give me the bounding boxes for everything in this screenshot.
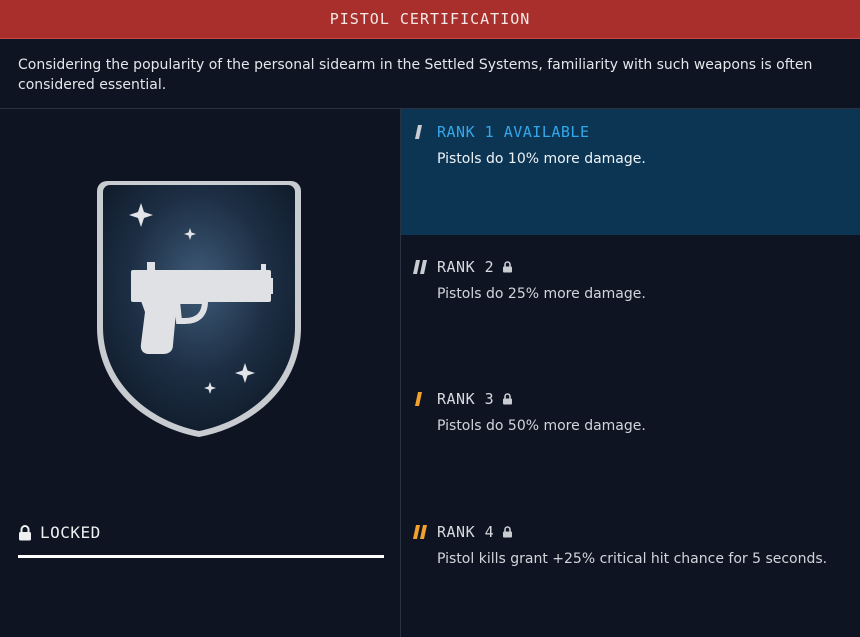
rank-label: RANK 3 [437,390,495,408]
rank-1-card[interactable]: RANK 1 AVAILABLE Pistols do 10% more dam… [401,109,860,235]
skill-badge-panel: LOCKED [0,109,400,637]
rank-marker-icon [413,525,427,539]
rank-4-card[interactable]: RANK 4 Pistol kills grant +25% critical … [401,509,860,637]
rank-marker-icon [413,260,427,274]
rank-description: Pistols do 10% more damage. [437,151,646,167]
rank-label: RANK 1 AVAILABLE [437,123,590,141]
title-bar: PISTOL CERTIFICATION [0,0,860,39]
rank-progress-fill [18,555,384,558]
status-row: LOCKED [18,523,101,542]
rank-2-card[interactable]: RANK 2 Pistols do 25% more damage. [401,244,860,376]
skill-panel: PISTOL CERTIFICATION Considering the pop… [0,0,860,637]
lock-icon [19,524,31,540]
lock-icon [503,526,513,538]
lock-icon [503,393,513,405]
skill-title: PISTOL CERTIFICATION [329,10,531,28]
rank-3-card[interactable]: RANK 3 Pistols do 50% more damage. [401,376,860,508]
rank-description: Pistol kills grant +25% critical hit cha… [437,551,828,567]
rank-description: Pistols do 25% more damage. [437,286,646,302]
rank-label: RANK 4 [437,523,495,541]
rank-description: Pistols do 50% more damage. [437,418,646,434]
status-label: LOCKED [40,523,101,542]
skill-description: Considering the popularity of the person… [18,57,813,93]
skill-badge [97,181,301,437]
rank-marker-icon [415,392,422,406]
rank-progress-bar [18,555,384,558]
lock-icon [503,261,513,273]
rank-label: RANK 2 [437,258,495,276]
rank-marker-icon [415,125,422,139]
